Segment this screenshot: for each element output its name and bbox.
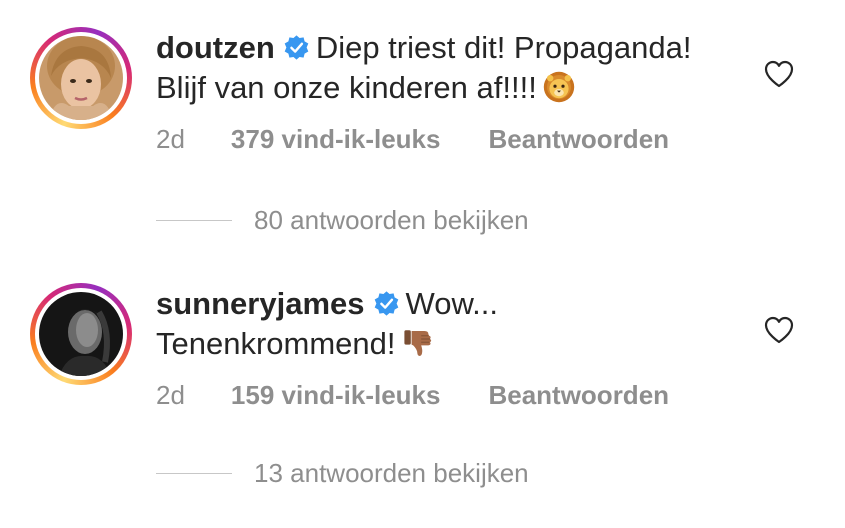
- timestamp: 2d: [156, 380, 185, 410]
- story-ring[interactable]: [30, 283, 132, 385]
- view-replies-label: 13 antwoorden bekijken: [254, 458, 529, 488]
- comment-text: doutzen Diep triest dit! Propaganda! Bli…: [156, 28, 756, 108]
- heart-icon[interactable]: [764, 316, 794, 344]
- replies-divider: [156, 473, 232, 474]
- likes-count[interactable]: 159 vind-ik-leuks: [231, 380, 441, 411]
- comment-body-line2: Blijf van onze kinderen af!!!!: [156, 70, 537, 105]
- comment-body-line2: Tenenkrommend!: [156, 326, 396, 361]
- verified-badge-icon: [374, 291, 398, 316]
- likes-count[interactable]: 379 vind-ik-leuks: [231, 124, 441, 155]
- comment-body-line1: Diep triest dit! Propaganda!: [315, 30, 692, 65]
- comment-meta: 2d 379 vind-ik-leuks Beantwoorden: [156, 124, 669, 155]
- thumbs-down-emoji-icon: [403, 330, 431, 356]
- comment-body-line1: Wow...: [405, 286, 498, 321]
- lion-face-emoji-icon: [543, 71, 575, 103]
- verified-badge-icon: [284, 35, 309, 60]
- username[interactable]: doutzen: [156, 30, 275, 65]
- comments-panel: doutzen Diep triest dit! Propaganda! Bli…: [0, 0, 845, 528]
- reply-button[interactable]: Beantwoorden: [488, 380, 669, 411]
- comment-item: sunneryjames Wow... Tenenkrommend! 2d 15…: [0, 256, 845, 410]
- comment-text: sunneryjames Wow... Tenenkrommend!: [156, 284, 756, 364]
- avatar[interactable]: [39, 292, 123, 376]
- story-ring[interactable]: [30, 27, 132, 129]
- heart-icon[interactable]: [764, 60, 794, 88]
- timestamp: 2d: [156, 124, 185, 154]
- comment-item: doutzen Diep triest dit! Propaganda! Bli…: [0, 0, 845, 154]
- replies-divider: [156, 220, 232, 221]
- view-replies-button[interactable]: 13 antwoorden bekijken: [156, 458, 529, 489]
- reply-button[interactable]: Beantwoorden: [488, 124, 669, 155]
- view-replies-button[interactable]: 80 antwoorden bekijken: [156, 205, 529, 236]
- avatar[interactable]: [39, 36, 123, 120]
- view-replies-label: 80 antwoorden bekijken: [254, 205, 529, 235]
- comment-meta: 2d 159 vind-ik-leuks Beantwoorden: [156, 380, 669, 411]
- username[interactable]: sunneryjames: [156, 286, 365, 321]
